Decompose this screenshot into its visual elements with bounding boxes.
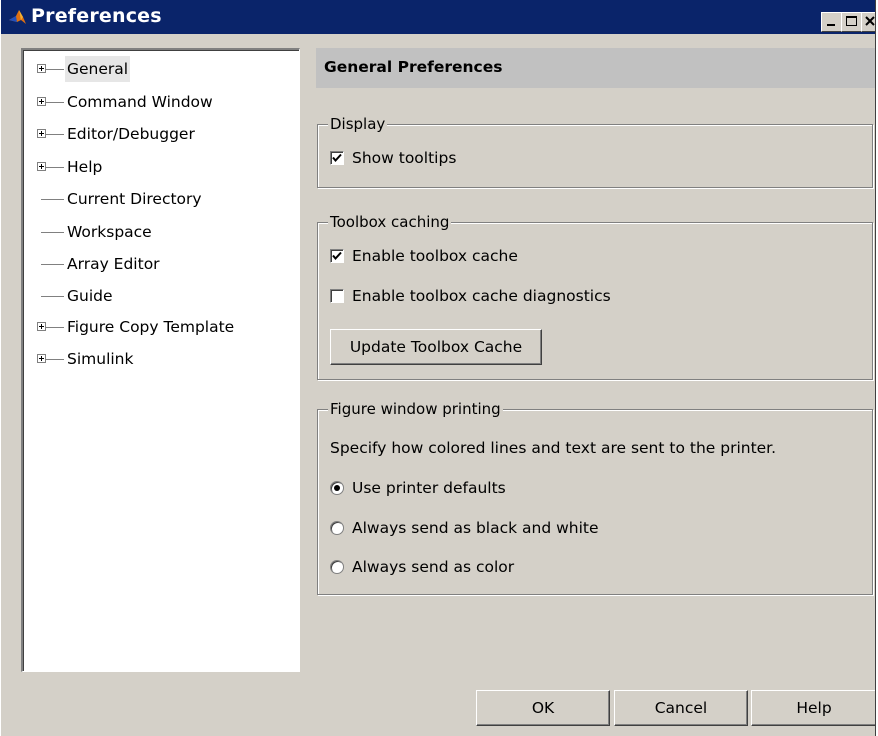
tree-item-help[interactable]: Help [23, 154, 293, 180]
checkbox-label: Enable toolbox cache diagnostics [352, 287, 611, 305]
checkbox-label: Enable toolbox cache [352, 247, 518, 265]
tree-item-editor-debugger[interactable]: Editor/Debugger [23, 121, 293, 147]
tree-item-command-window[interactable]: Command Window [23, 89, 293, 115]
radio-selected-icon[interactable] [330, 481, 344, 495]
tree-connector [46, 327, 64, 328]
window-title: Preferences [31, 5, 162, 27]
expand-plus-icon[interactable] [37, 322, 46, 331]
tree-item-label: Array Editor [67, 255, 160, 273]
preferences-panel: General Preferences Display Show tooltip… [311, 0, 875, 736]
update-toolbox-cache-button[interactable]: Update Toolbox Cache [330, 329, 542, 365]
cancel-button[interactable]: Cancel [614, 690, 748, 726]
tree-item-workspace[interactable]: Workspace [23, 219, 293, 245]
tree-connector [46, 134, 64, 135]
figure-window-printing-group: Figure window printing Specify how color… [317, 399, 873, 595]
expand-plus-icon[interactable] [37, 162, 46, 171]
checkbox-label: Show tooltips [352, 149, 457, 167]
tree-item-label: Workspace [67, 223, 152, 241]
help-button[interactable]: Help [751, 690, 875, 726]
tree-item-label: General [65, 56, 131, 82]
checkbox-unchecked-icon[interactable] [330, 289, 344, 303]
panel-header: General Preferences [316, 48, 875, 88]
expand-plus-icon[interactable] [37, 354, 46, 363]
group-title: Toolbox caching [328, 212, 452, 232]
tree-item-label: Editor/Debugger [67, 125, 195, 143]
group-title: Display [328, 114, 388, 134]
ok-button[interactable]: OK [476, 690, 610, 726]
expand-plus-icon[interactable] [37, 64, 46, 73]
tree-item-figure-copy-template[interactable]: Figure Copy Template [23, 314, 293, 340]
group-title: Figure window printing [328, 399, 503, 419]
expand-plus-icon[interactable] [37, 97, 46, 106]
tree-item-label: Figure Copy Template [67, 318, 235, 336]
tree-connector [41, 264, 64, 265]
radio-unselected-icon[interactable] [330, 560, 344, 574]
checkbox-checked-icon[interactable] [330, 249, 344, 263]
tree-item-general[interactable]: General [23, 56, 293, 82]
display-group: Display Show tooltips [317, 114, 873, 188]
tree-item-current-directory[interactable]: Current Directory [23, 186, 293, 212]
expand-plus-icon[interactable] [37, 129, 46, 138]
tree-item-label: Current Directory [67, 190, 202, 208]
tree-item-label: Simulink [67, 350, 134, 368]
radio-label: Always send as black and white [352, 519, 599, 537]
tree-connector [41, 232, 64, 233]
tree-connector [46, 167, 64, 168]
preferences-window: Preferences General Command Window Edito… [0, 0, 876, 736]
tree-connector [46, 359, 64, 360]
preferences-tree[interactable]: General Command Window Editor/Debugger H… [21, 48, 300, 672]
tree-item-label: Help [67, 158, 103, 176]
tree-connector [46, 69, 64, 70]
checkbox-checked-icon[interactable] [330, 151, 344, 165]
matlab-logo-icon [9, 10, 26, 24]
radio-label: Always send as color [352, 558, 515, 576]
toolbox-caching-group: Toolbox caching Enable toolbox cache Ena… [317, 212, 873, 380]
tree-item-array-editor[interactable]: Array Editor [23, 251, 293, 277]
tree-item-guide[interactable]: Guide [23, 283, 293, 309]
tree-item-label: Guide [67, 287, 113, 305]
tree-item-label: Command Window [67, 93, 213, 111]
radio-unselected-icon[interactable] [330, 521, 344, 535]
tree-connector [41, 199, 64, 200]
radio-label: Use printer defaults [352, 479, 506, 497]
tree-connector [41, 296, 64, 297]
tree-item-simulink[interactable]: Simulink [23, 346, 293, 372]
printing-description: Specify how colored lines and text are s… [330, 439, 777, 457]
tree-connector [46, 102, 64, 103]
panel-title: General Preferences [324, 58, 503, 76]
